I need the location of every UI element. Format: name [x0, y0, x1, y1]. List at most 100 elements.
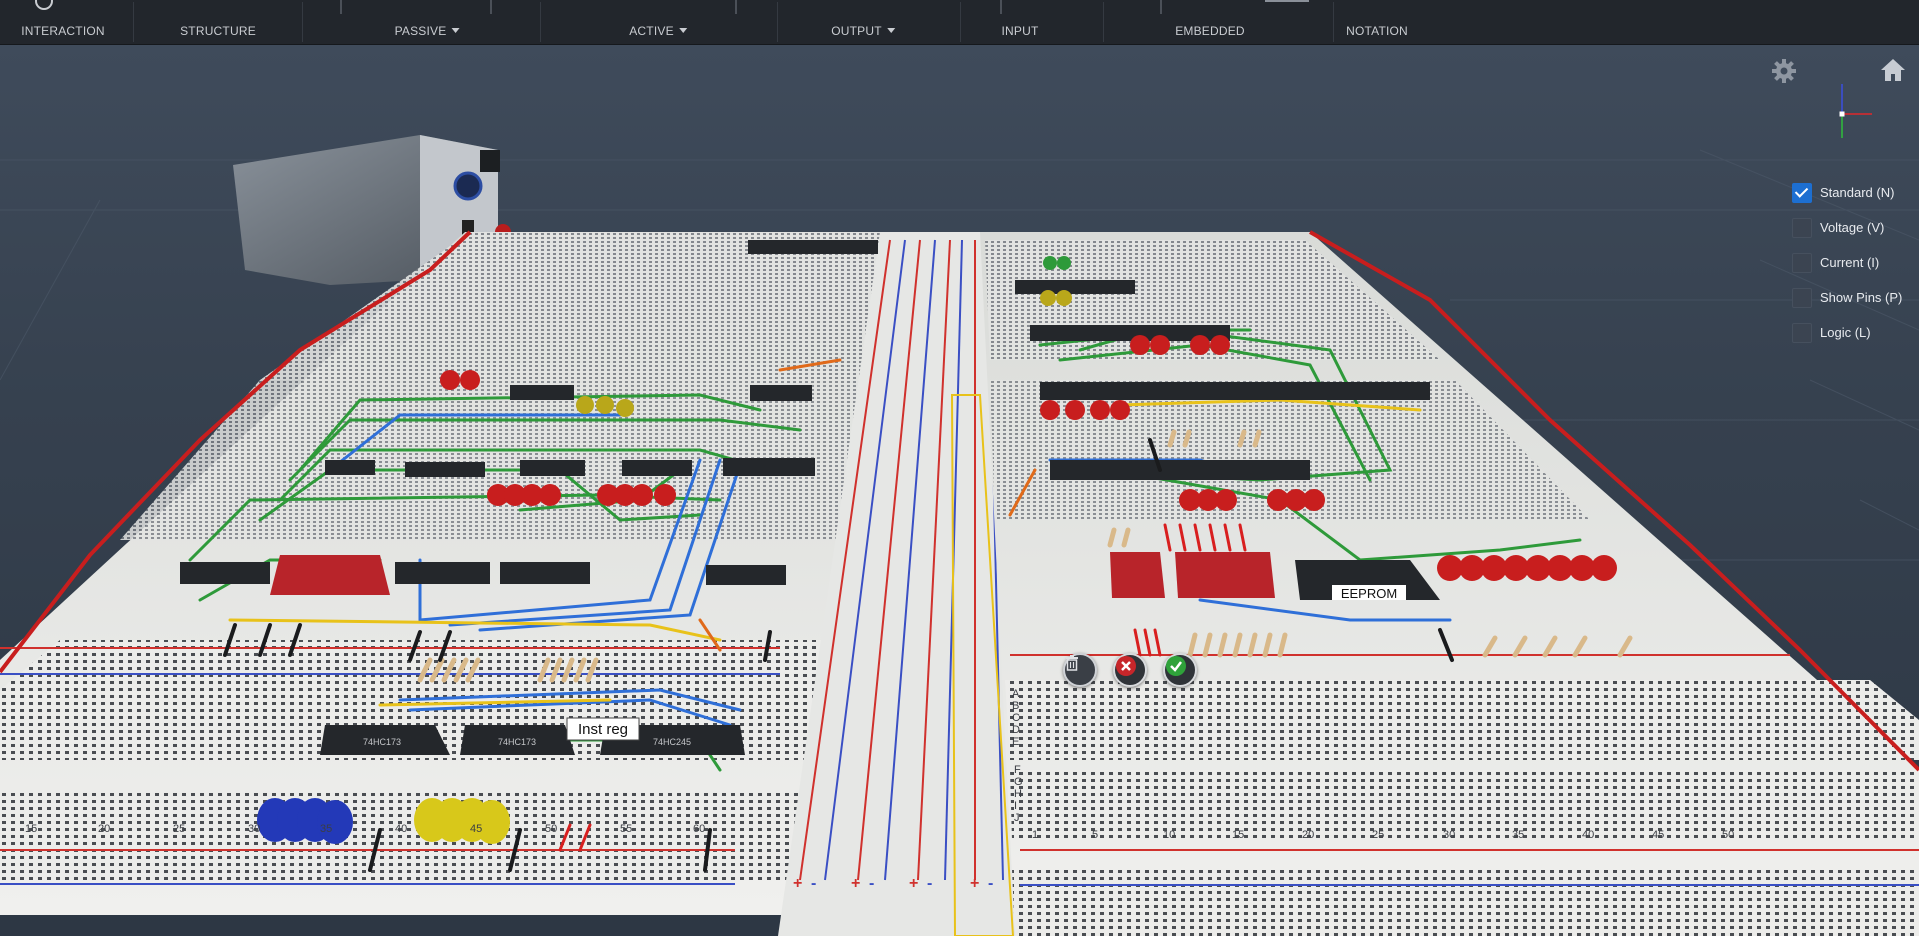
checkbox-checked-icon[interactable]: [1792, 183, 1812, 203]
svg-text:40: 40: [395, 823, 407, 835]
svg-text:5: 5: [1092, 829, 1098, 841]
toolbar-embedded-label: EMBEDDED: [1175, 24, 1245, 38]
check-icon: [1166, 656, 1186, 676]
svg-text:45: 45: [1652, 829, 1664, 841]
home-icon[interactable]: [1879, 56, 1907, 84]
svg-text:H: H: [1014, 788, 1022, 800]
toolbar-divider: [960, 2, 961, 42]
view-option-current[interactable]: Current (I): [1788, 250, 1919, 285]
svg-text:25: 25: [1372, 829, 1384, 841]
view-option-label: Logic (L): [1820, 325, 1871, 340]
toolbar-divider: [1333, 2, 1334, 42]
close-icon: [1116, 656, 1136, 676]
chevron-down-icon: [451, 28, 460, 33]
checkbox-icon[interactable]: [1792, 323, 1812, 343]
breadboard-scene[interactable]: 74HC173 74HC173 74HC245 Inst reg EEPROM: [0, 45, 1919, 936]
svg-text:35: 35: [1512, 829, 1524, 841]
view-option-standard[interactable]: Standard (N): [1788, 180, 1919, 215]
trash-icon: [1066, 655, 1078, 671]
svg-text:30: 30: [1443, 829, 1455, 841]
svg-text:45: 45: [470, 823, 482, 835]
view-option-label: Voltage (V): [1820, 220, 1885, 235]
scene-viewport[interactable]: 74HC173 74HC173 74HC245 Inst reg EEPROM: [0, 45, 1919, 936]
svg-text:60: 60: [693, 823, 705, 835]
main-toolbar: INTERACTION STRUCTURE PASSIVE ACTIVE OUT…: [0, 0, 1919, 45]
svg-text:E: E: [1012, 736, 1019, 748]
ic-chip[interactable]: [325, 460, 375, 475]
ic-chip[interactable]: [750, 385, 812, 401]
view-option-voltage[interactable]: Voltage (V): [1788, 215, 1919, 250]
ic-chip[interactable]: [1040, 382, 1430, 400]
toolbar-thumbnail: [1265, 0, 1309, 2]
chip-label: 74HC245: [653, 737, 691, 747]
toolbar-divider: [777, 2, 778, 42]
interaction-icon: [35, 0, 53, 10]
toolbar-thumbnail: [1160, 0, 1162, 14]
chip-label: 74HC173: [498, 737, 536, 747]
svg-text:+: +: [793, 875, 802, 892]
ic-chip[interactable]: [622, 460, 692, 476]
dip-switch[interactable]: [1175, 552, 1275, 598]
cancel-button[interactable]: [1113, 653, 1147, 687]
confirm-button[interactable]: [1163, 653, 1197, 687]
checkbox-icon[interactable]: [1792, 253, 1812, 273]
svg-text:-: -: [811, 875, 816, 892]
svg-text:15: 15: [1232, 829, 1244, 841]
axis-gizmo-icon[interactable]: [1820, 80, 1880, 142]
svg-text:+: +: [970, 875, 979, 892]
delete-button[interactable]: [1063, 653, 1097, 687]
svg-text:B: B: [1012, 700, 1019, 712]
svg-text:F: F: [1014, 764, 1021, 776]
checkbox-icon[interactable]: [1792, 218, 1812, 238]
svg-text:+: +: [909, 875, 918, 892]
ic-chip[interactable]: [748, 240, 878, 254]
toolbar-divider: [133, 2, 134, 42]
ic-chip[interactable]: [520, 460, 585, 476]
toolbar-active-label: ACTIVE: [629, 24, 674, 38]
svg-text:30: 30: [248, 823, 260, 835]
dip-switch[interactable]: [270, 555, 390, 595]
svg-text:A: A: [1012, 688, 1020, 700]
view-option-logic[interactable]: Logic (L): [1788, 320, 1919, 355]
toolbar-notation-label: NOTATION: [1346, 24, 1408, 38]
svg-text:1: 1: [1032, 829, 1038, 841]
svg-text:-: -: [988, 875, 993, 892]
toolbar-passive-label: PASSIVE: [394, 24, 447, 38]
knob-icon[interactable]: [453, 171, 483, 201]
view-mode-options: Standard (N) Voltage (V) Current (I) Sho…: [1788, 180, 1919, 355]
svg-text:10: 10: [1163, 829, 1175, 841]
checkbox-icon[interactable]: [1792, 288, 1812, 308]
toolbar-interaction-label: INTERACTION: [21, 24, 105, 38]
svg-text:50: 50: [545, 823, 557, 835]
eeprom[interactable]: EEPROM: [1332, 585, 1406, 601]
toolbar-structure-label: STRUCTURE: [180, 24, 256, 38]
svg-text:55: 55: [620, 823, 632, 835]
view-option-show-pins[interactable]: Show Pins (P): [1788, 285, 1919, 320]
ic-chip[interactable]: [405, 462, 485, 477]
ic-chip[interactable]: [510, 385, 574, 400]
ic-chip[interactable]: [180, 562, 270, 584]
svg-text:25: 25: [173, 823, 185, 835]
ic-chip[interactable]: [1050, 460, 1310, 480]
svg-text:50: 50: [1722, 829, 1734, 841]
gear-icon[interactable]: [1771, 58, 1797, 84]
svg-text:J: J: [1014, 812, 1020, 824]
ic-chip[interactable]: [723, 458, 815, 476]
svg-text:15: 15: [25, 823, 37, 835]
svg-text:20: 20: [1302, 829, 1314, 841]
svg-text:+: +: [851, 875, 860, 892]
svg-text:20: 20: [98, 823, 110, 835]
toolbar-divider: [1103, 2, 1104, 42]
toolbar-thumbnail: [490, 0, 492, 14]
ic-chip[interactable]: [706, 565, 786, 585]
inst-reg-label: Inst reg: [578, 721, 628, 738]
ic-chip[interactable]: [500, 562, 590, 584]
view-option-label: Current (I): [1820, 255, 1880, 270]
ic-chip[interactable]: [395, 562, 490, 584]
svg-text:G: G: [1014, 776, 1023, 788]
view-option-label: Show Pins (P): [1820, 290, 1903, 305]
chevron-down-icon: [886, 28, 895, 33]
ic-chip[interactable]: [1015, 280, 1135, 294]
view-option-label: Standard (N): [1820, 185, 1895, 200]
dip-switch[interactable]: [1110, 552, 1165, 598]
